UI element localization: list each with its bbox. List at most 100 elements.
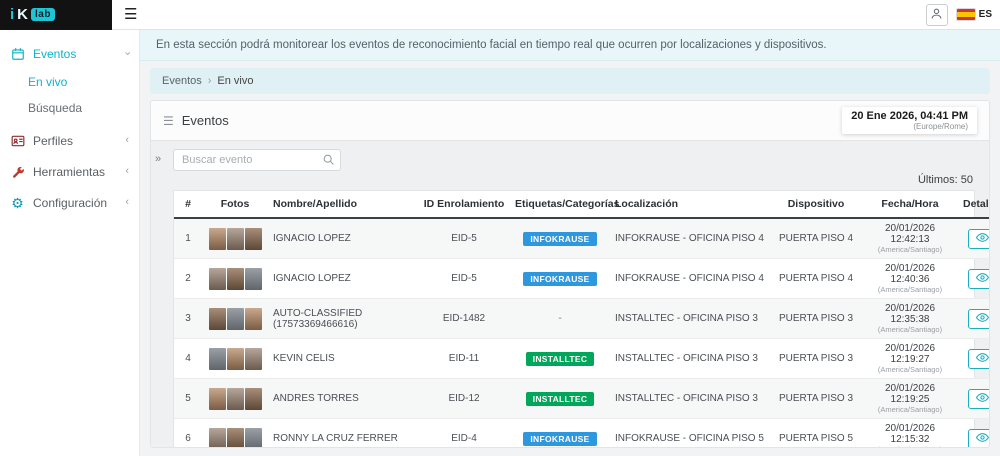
collapse-sidebar-icon[interactable]: » — [155, 153, 161, 165]
sidebar: Eventos › En vivo Búsqueda Perfiles ‹ He… — [0, 30, 140, 456]
language-selector[interactable]: ES — [956, 8, 992, 21]
sidebar-item-eventos[interactable]: Eventos › — [0, 38, 139, 69]
category-badge: INFOKRAUSE — [523, 272, 596, 286]
logo-text: K — [17, 6, 28, 23]
row-datetime: 20/01/2026 12:19:27 (America/Santiago) — [862, 339, 958, 379]
face-photo — [245, 308, 262, 330]
table-row: 4 KEVIN CELIS EID-11 INSTALLTEC INSTALLT… — [174, 339, 989, 379]
column-header-id-enrolamiento: ID Enrolamiento — [418, 191, 510, 218]
search-box — [173, 149, 341, 171]
row-datetime-timezone: (America/Santiago) — [867, 365, 953, 374]
sidebar-item-label: Eventos — [33, 47, 117, 61]
face-photo — [245, 388, 262, 410]
sidebar-item-perfiles[interactable]: Perfiles ‹ — [0, 125, 139, 156]
view-details-button[interactable] — [968, 429, 989, 448]
view-details-button[interactable] — [968, 309, 989, 329]
info-banner: En esta sección podrá monitorear los eve… — [140, 30, 1000, 61]
row-details — [958, 339, 989, 379]
row-name: IGNACIO LOPEZ — [268, 259, 418, 299]
column-header-dispositivo: Dispositivo — [770, 191, 862, 218]
table-row: 1 IGNACIO LOPEZ EID-5 INFOKRAUSE INFOKRA… — [174, 218, 989, 259]
row-datetime-value: 20/01/2026 12:15:32 — [867, 423, 953, 445]
row-tag: INSTALLTEC — [510, 379, 610, 419]
row-location: INFOKRAUSE - OFICINA PISO 5 — [610, 419, 770, 448]
id-card-icon — [10, 133, 25, 148]
view-details-button[interactable] — [968, 269, 989, 289]
row-datetime: 20/01/2026 12:15:32 (America/Santiago) — [862, 419, 958, 448]
face-photo — [209, 388, 226, 410]
row-tag: INFOKRAUSE — [510, 419, 610, 448]
hamburger-menu-icon[interactable]: ☰ — [124, 7, 137, 22]
sidebar-item-herramientas[interactable]: Herramientas ‹ — [0, 156, 139, 187]
sidebar-item-label: Herramientas — [33, 165, 117, 179]
face-photo — [245, 268, 262, 290]
events-table-body: 1 IGNACIO LOPEZ EID-5 INFOKRAUSE INFOKRA… — [174, 218, 989, 447]
face-photo — [245, 228, 262, 250]
table-header-row: # Fotos Nombre/Apellido ID Enrolamiento … — [174, 191, 989, 218]
row-photos — [202, 339, 268, 379]
sidebar-item-busqueda[interactable]: Búsqueda — [0, 95, 139, 121]
eventos-submenu: En vivo Búsqueda — [0, 69, 139, 125]
row-details — [958, 299, 989, 339]
chevron-left-icon: ‹ — [125, 166, 129, 177]
row-datetime-value: 20/01/2026 12:19:25 — [867, 383, 953, 405]
row-tag: - — [510, 299, 610, 339]
row-index: 6 — [174, 419, 202, 448]
row-enrollment-id: EID-4 — [418, 419, 510, 448]
eye-icon — [976, 431, 989, 447]
row-index: 1 — [174, 218, 202, 259]
view-details-button[interactable] — [968, 229, 989, 249]
search-icon — [322, 153, 335, 166]
row-datetime-timezone: (America/Santiago) — [867, 325, 953, 334]
row-name: KEVIN CELIS — [268, 339, 418, 379]
gear-icon: ⚙ — [10, 195, 25, 210]
row-enrollment-id: EID-12 — [418, 379, 510, 419]
breadcrumb-item-eventos[interactable]: Eventos — [162, 75, 202, 87]
sidebar-item-en-vivo[interactable]: En vivo — [0, 69, 139, 95]
topbar: i K lab ☰ ES — [0, 0, 1000, 30]
face-photo — [227, 348, 244, 370]
list-icon: ☰ — [163, 114, 174, 128]
sidebar-item-label: Perfiles — [33, 134, 117, 148]
row-details — [958, 259, 989, 299]
column-header-fotos: Fotos — [202, 191, 268, 218]
current-datetime: 20 Ene 2026, 04:41 PM (Europe/Rome) — [842, 107, 977, 134]
table-row: 6 RONNY LA CRUZ FERRER EID-4 INFOKRAUSE … — [174, 419, 989, 448]
row-enrollment-id: EID-11 — [418, 339, 510, 379]
calendar-icon — [10, 46, 25, 61]
row-photos — [202, 419, 268, 448]
row-datetime-value: 20/01/2026 12:19:27 — [867, 343, 953, 365]
sidebar-item-label: Configuración — [33, 196, 117, 210]
row-index: 4 — [174, 339, 202, 379]
column-header-nombre: Nombre/Apellido — [268, 191, 418, 218]
view-details-button[interactable] — [968, 389, 989, 409]
row-name: IGNACIO LOPEZ — [268, 218, 418, 259]
chevron-left-icon: ‹ — [125, 135, 129, 146]
row-index: 2 — [174, 259, 202, 299]
events-table-card: # Fotos Nombre/Apellido ID Enrolamiento … — [173, 190, 975, 447]
eye-icon — [976, 311, 989, 327]
events-panel-body: » Últimos: 50 — [151, 141, 989, 447]
events-panel-header: ☰ Eventos 20 Ene 2026, 04:41 PM (Europe/… — [151, 101, 989, 141]
row-device: PUERTA PISO 3 — [770, 339, 862, 379]
chevron-down-icon: › — [122, 52, 133, 56]
column-header-etiquetas: Etiquetas/Categorías — [510, 191, 610, 218]
row-device: PUERTA PISO 3 — [770, 299, 862, 339]
row-datetime-value: 20/01/2026 12:42:13 — [867, 223, 953, 245]
table-row: 3 AUTO-CLASSIFIED (17573369466616) EID-1… — [174, 299, 989, 339]
view-details-button[interactable] — [968, 349, 989, 369]
row-device: PUERTA PISO 4 — [770, 259, 862, 299]
row-tag: INFOKRAUSE — [510, 259, 610, 299]
row-enrollment-id: EID-5 — [418, 259, 510, 299]
row-location: INSTALLTEC - OFICINA PISO 3 — [610, 379, 770, 419]
face-photo — [227, 428, 244, 448]
column-header-localizacion: Localización — [610, 191, 770, 218]
row-name: AUTO-CLASSIFIED (17573369466616) — [268, 299, 418, 339]
search-input[interactable] — [173, 149, 341, 171]
sidebar-item-configuracion[interactable]: ⚙ Configuración ‹ — [0, 187, 139, 218]
user-account-button[interactable] — [926, 4, 948, 26]
face-photo — [209, 308, 226, 330]
row-photos — [202, 259, 268, 299]
row-name: RONNY LA CRUZ FERRER — [268, 419, 418, 448]
row-datetime: 20/01/2026 12:35:38 (America/Santiago) — [862, 299, 958, 339]
